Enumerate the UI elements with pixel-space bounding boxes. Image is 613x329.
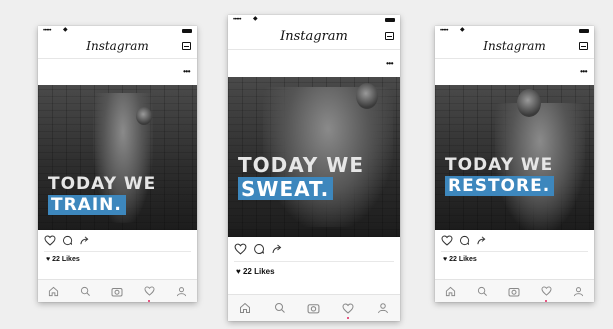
comment-icon[interactable] bbox=[62, 235, 73, 246]
share-icon[interactable] bbox=[271, 243, 283, 255]
caption-line-2: RESTORE. bbox=[445, 176, 555, 196]
post-actions bbox=[234, 243, 283, 255]
caption-line-2: TRAIN. bbox=[48, 195, 126, 215]
app-title: Instagram bbox=[86, 39, 149, 53]
home-icon[interactable] bbox=[47, 284, 61, 298]
inbox-icon[interactable] bbox=[579, 42, 588, 50]
caption-line-1: TODAY WE bbox=[445, 155, 554, 175]
post-actions bbox=[44, 235, 90, 246]
search-icon[interactable] bbox=[476, 284, 490, 298]
signal-icon: ••••• bbox=[233, 17, 242, 23]
search-icon[interactable] bbox=[79, 284, 93, 298]
post-caption: TODAY WE SWEAT. bbox=[238, 155, 364, 200]
photo-head bbox=[356, 83, 378, 109]
inbox-icon[interactable] bbox=[385, 32, 394, 40]
status-bar: ••••• ◆ bbox=[228, 15, 400, 25]
post-photo: TODAY WE TRAIN. bbox=[38, 85, 197, 230]
post-caption: TODAY WE TRAIN. bbox=[48, 176, 156, 215]
app-header: Instagram bbox=[228, 25, 400, 50]
comment-icon[interactable] bbox=[253, 243, 265, 255]
signal-icon: ••••• bbox=[43, 28, 52, 34]
notification-dot bbox=[347, 317, 350, 319]
profile-icon[interactable] bbox=[571, 284, 585, 298]
battery-icon bbox=[579, 29, 589, 33]
divider bbox=[234, 261, 394, 262]
tab-bar bbox=[435, 279, 594, 302]
likes-text: 22 Likes bbox=[242, 267, 275, 276]
more-options-icon[interactable]: ••• bbox=[386, 60, 393, 68]
likes-text: 22 Likes bbox=[52, 256, 80, 263]
post-actions bbox=[441, 235, 487, 246]
likes-count[interactable]: ♥ 22 Likes bbox=[443, 256, 477, 263]
post-caption: TODAY WE RESTORE. bbox=[445, 155, 555, 196]
photo-head bbox=[136, 107, 152, 125]
status-bar: ••••• ◆ bbox=[435, 26, 594, 36]
phone-mockup-sweat: ••••• ◆ Instagram ••• TODAY WE SWEAT. ♥ … bbox=[228, 15, 400, 321]
app-title: Instagram bbox=[483, 39, 546, 53]
app-header: Instagram bbox=[435, 36, 594, 59]
share-icon[interactable] bbox=[79, 235, 90, 246]
divider bbox=[44, 251, 191, 252]
camera-icon[interactable] bbox=[507, 284, 521, 298]
phone-mockup-restore: ••••• ◆ Instagram ••• TODAY WE RESTORE. … bbox=[435, 26, 594, 302]
caption-line-1: TODAY WE bbox=[238, 153, 364, 177]
wifi-icon: ◆ bbox=[63, 27, 68, 33]
inbox-icon[interactable] bbox=[182, 42, 191, 50]
tab-bar bbox=[38, 279, 197, 302]
post-photo: TODAY WE RESTORE. bbox=[435, 85, 594, 230]
more-options-icon[interactable]: ••• bbox=[183, 68, 190, 76]
heart-icon[interactable] bbox=[441, 235, 453, 246]
post-photo: TODAY WE SWEAT. bbox=[228, 77, 400, 237]
battery-icon bbox=[385, 18, 395, 22]
notification-dot bbox=[148, 300, 151, 302]
profile-icon[interactable] bbox=[376, 301, 390, 315]
share-icon[interactable] bbox=[476, 235, 487, 246]
likes-count[interactable]: ♥ 22 Likes bbox=[236, 267, 275, 276]
status-bar: ••••• ◆ bbox=[38, 26, 197, 36]
divider bbox=[441, 251, 588, 252]
caption-line-1: TODAY WE bbox=[48, 174, 157, 194]
camera-icon[interactable] bbox=[110, 284, 124, 298]
heart-icon[interactable] bbox=[234, 243, 247, 255]
home-icon[interactable] bbox=[444, 284, 458, 298]
more-options-icon[interactable]: ••• bbox=[580, 68, 587, 76]
app-title: Instagram bbox=[280, 29, 348, 44]
camera-icon[interactable] bbox=[307, 301, 321, 315]
heart-icon[interactable] bbox=[44, 235, 56, 246]
battery-icon bbox=[182, 29, 192, 33]
wifi-icon: ◆ bbox=[253, 16, 258, 22]
home-icon[interactable] bbox=[238, 301, 252, 315]
activity-heart-icon[interactable] bbox=[142, 284, 156, 302]
activity-heart-icon[interactable] bbox=[341, 301, 355, 319]
search-icon[interactable] bbox=[273, 301, 287, 315]
app-header: Instagram bbox=[38, 36, 197, 59]
caption-line-2: SWEAT. bbox=[238, 177, 334, 200]
phone-mockup-train: ••••• ◆ Instagram ••• TODAY WE TRAIN. ♥ … bbox=[38, 26, 197, 302]
notification-dot bbox=[545, 300, 548, 302]
wifi-icon: ◆ bbox=[460, 27, 465, 33]
profile-icon[interactable] bbox=[174, 284, 188, 298]
likes-text: 22 Likes bbox=[449, 256, 477, 263]
photo-head bbox=[517, 89, 541, 117]
activity-heart-icon[interactable] bbox=[539, 284, 553, 302]
comment-icon[interactable] bbox=[459, 235, 470, 246]
likes-count[interactable]: ♥ 22 Likes bbox=[46, 256, 80, 263]
signal-icon: ••••• bbox=[440, 28, 449, 34]
tab-bar bbox=[228, 294, 400, 321]
